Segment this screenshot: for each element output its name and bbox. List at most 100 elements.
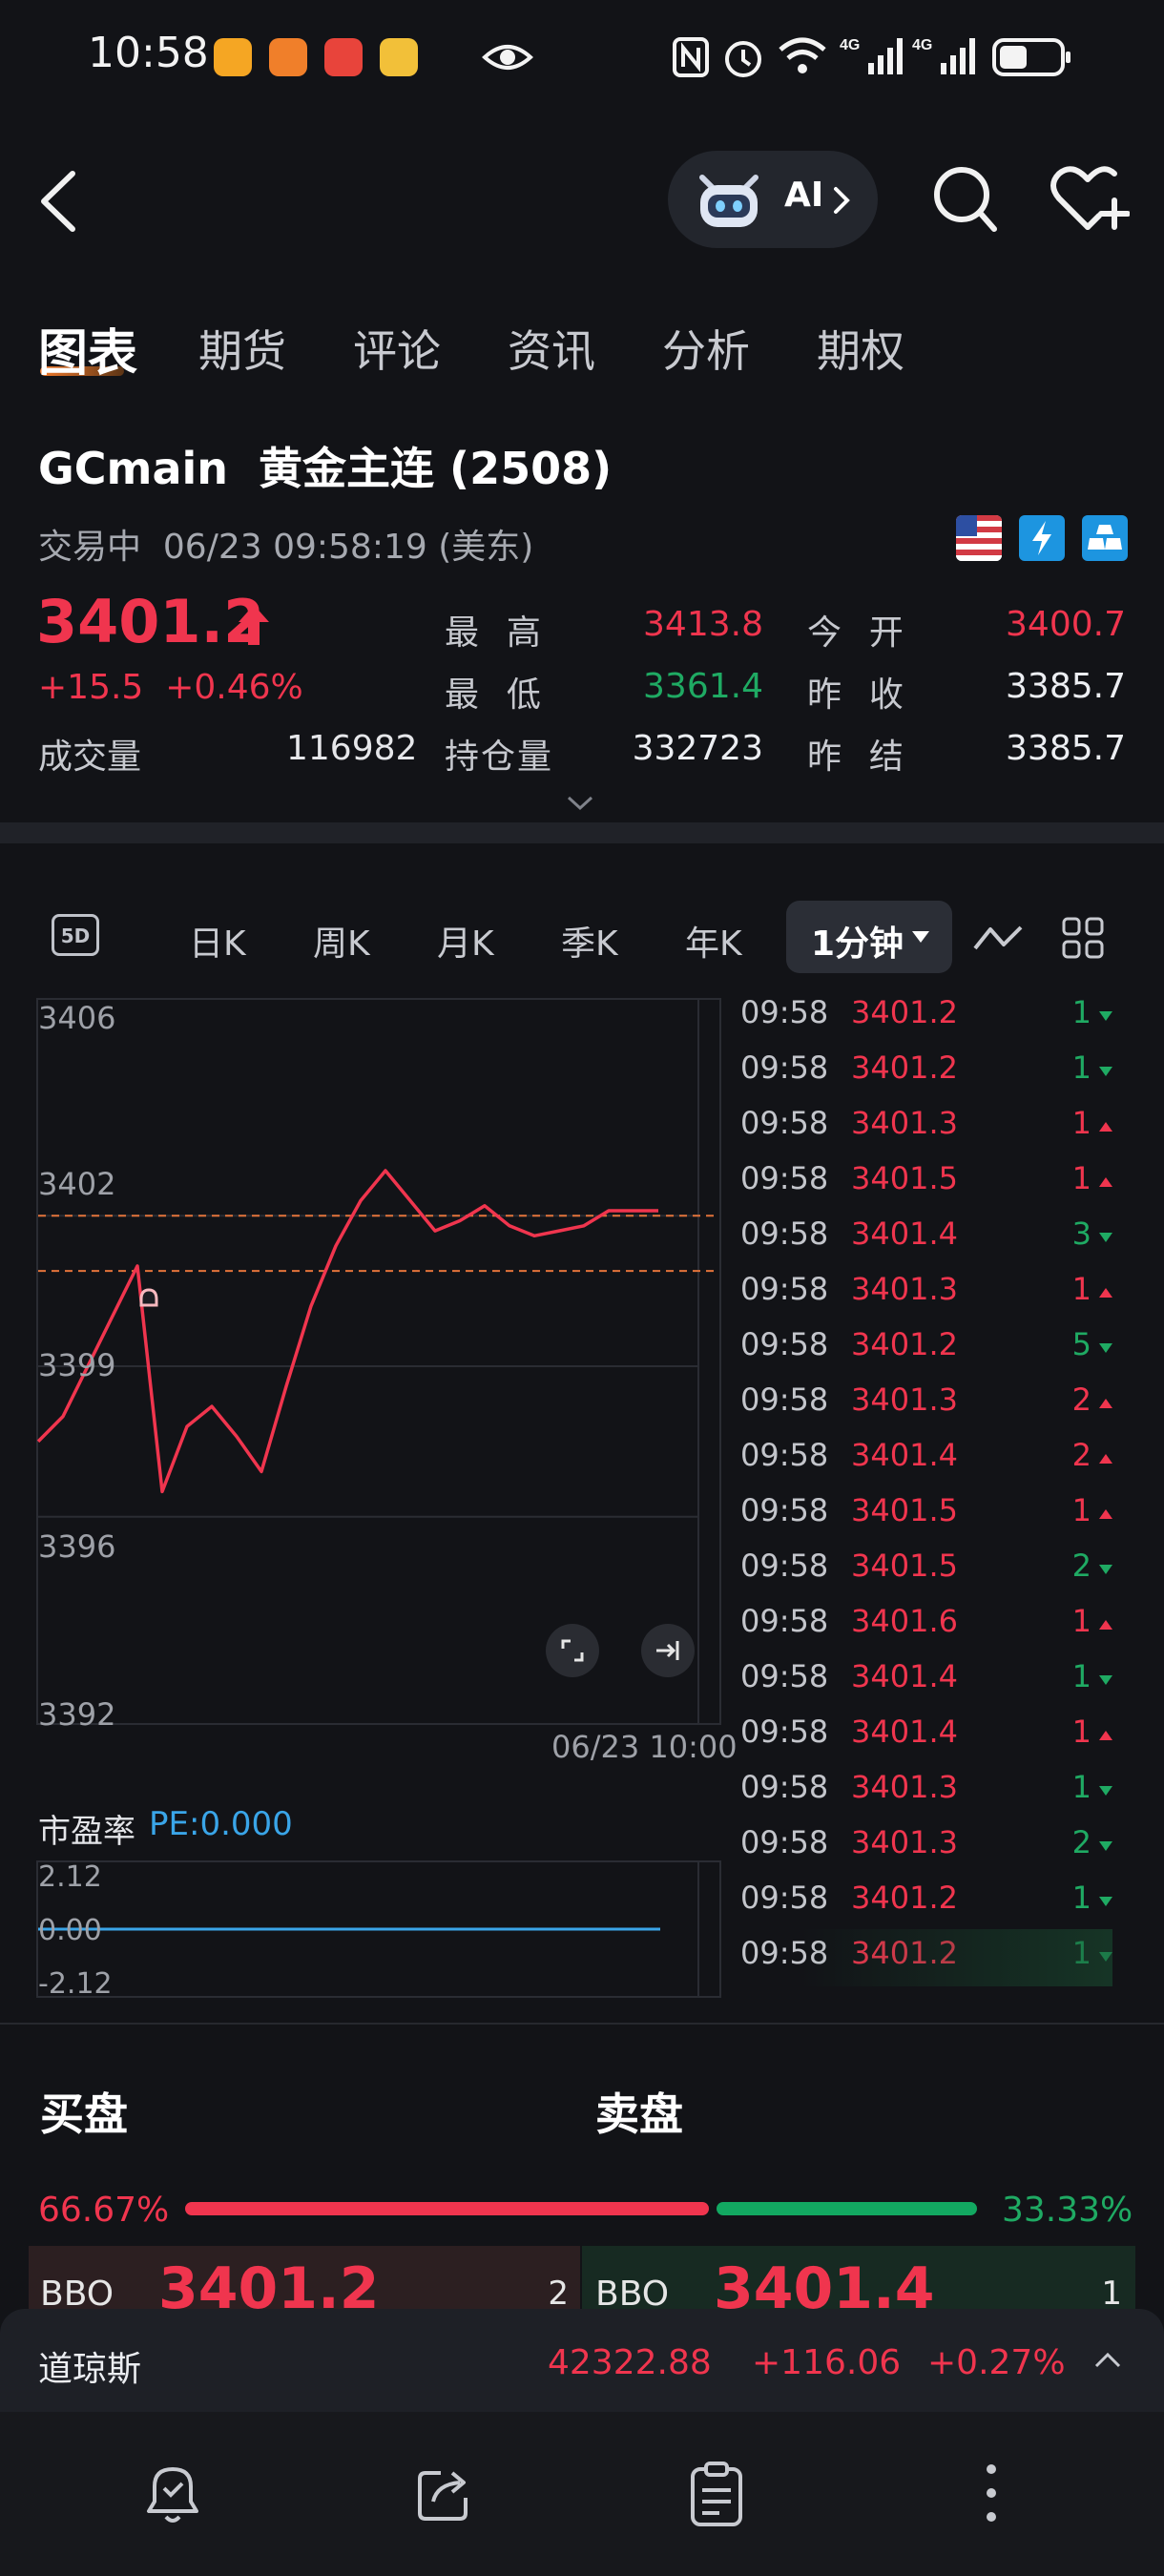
ask-row[interactable]: BBO 3401.4 1 — [582, 2246, 1135, 2309]
bid-row[interactable]: BBO 3401.2 2 — [29, 2246, 580, 2309]
tick-volume: 2 — [1071, 1437, 1091, 1473]
app-badge-yellow — [380, 38, 418, 76]
status-bar: 10:58 4G 4G — [0, 0, 1164, 114]
index-ticker-bar[interactable]: 道琼斯 42322.88 +116.06 +0.27% — [0, 2309, 1164, 2412]
tick-price: 3401.2 — [851, 1880, 958, 1916]
tick-down-arrow-icon — [1099, 1067, 1112, 1076]
tick-up-arrow-icon — [1099, 1509, 1112, 1519]
clipboard-icon[interactable] — [685, 2458, 748, 2528]
tick-up-arrow-icon — [1099, 1288, 1112, 1298]
tab-chart[interactable]: 图表 — [38, 313, 137, 384]
period-week[interactable]: 周K — [313, 916, 370, 966]
line-style-icon[interactable] — [973, 922, 1023, 954]
tick-row: 09:58 3401.6 1 — [740, 1597, 1112, 1652]
tick-down-arrow-icon — [1099, 1675, 1112, 1685]
more-icon[interactable] — [979, 2462, 1004, 2524]
svg-text:4G: 4G — [840, 37, 860, 53]
sell-side-title: 卖盘 — [595, 2088, 683, 2140]
status-time: 10:58 — [88, 29, 209, 77]
tick-volume: 3 — [1071, 1215, 1091, 1252]
tick-price: 3401.3 — [851, 1824, 958, 1860]
tick-row: 09:58 3401.3 1 — [740, 1265, 1112, 1320]
symbol-title: GCmain 黄金主连 (2508) — [38, 443, 613, 494]
tick-down-arrow-icon — [1099, 1841, 1112, 1851]
buy-ratio-fill — [185, 2202, 710, 2215]
alarm-icon — [725, 41, 761, 77]
tick-down-arrow-icon — [1099, 1786, 1112, 1796]
tick-price: 3401.2 — [851, 1326, 958, 1362]
expand-chevron-icon[interactable] — [565, 794, 595, 813]
pe-value: PE:0.000 — [149, 1805, 293, 1843]
pe-tick-label: -2.12 — [38, 1967, 113, 2001]
tick-row: 09:58 3401.3 2 — [740, 1818, 1112, 1874]
low-value: 3361.4 — [643, 667, 763, 706]
period-quarter[interactable]: 季K — [561, 916, 618, 966]
prev-close-value: 3385.7 — [1006, 667, 1126, 706]
tab-futures[interactable]: 期货 — [198, 317, 286, 380]
tab-analysis[interactable]: 分析 — [662, 317, 750, 380]
last-price: 3401.2 — [36, 587, 265, 656]
tick-price: 3401.2 — [851, 994, 958, 1030]
robot-icon — [699, 175, 759, 227]
tick-time: 09:58 — [740, 1880, 829, 1916]
tick-time: 09:58 — [740, 1437, 829, 1473]
tick-down-arrow-icon — [1099, 1565, 1112, 1574]
signal-4g-icon: 4G — [840, 37, 903, 74]
back-icon[interactable] — [36, 170, 78, 233]
tick-volume: 1 — [1071, 1658, 1091, 1694]
tick-row: 09:58 3401.2 5 — [740, 1320, 1112, 1376]
tab-comments[interactable]: 评论 — [353, 317, 441, 380]
share-icon[interactable] — [412, 2458, 479, 2528]
tick-volume: 1 — [1071, 1492, 1091, 1528]
tick-row: 09:58 3401.3 1 — [740, 1763, 1112, 1818]
tick-volume: 1 — [1071, 1105, 1091, 1141]
ask-label: BBO — [595, 2275, 670, 2309]
search-icon[interactable] — [931, 164, 998, 235]
period-month[interactable]: 月K — [437, 916, 494, 966]
price-change: +15.5 +0.46% — [38, 668, 303, 707]
tick-time: 09:58 — [740, 1769, 829, 1805]
tab-news[interactable]: 资讯 — [508, 317, 595, 380]
tick-price: 3401.4 — [851, 1437, 958, 1473]
price-alert-marker[interactable] — [139, 1288, 158, 1307]
chevron-up-icon[interactable] — [1093, 2351, 1122, 2370]
tick-time: 09:58 — [740, 994, 829, 1030]
ai-assistant-button[interactable]: AI — [668, 151, 878, 248]
y-tick-label: 3406 — [38, 1000, 116, 1036]
tick-volume: 1 — [1071, 1714, 1091, 1750]
period-year[interactable]: 年K — [685, 916, 742, 966]
tick-time: 09:58 — [740, 1105, 829, 1141]
bid-qty: 2 — [548, 2275, 569, 2309]
tick-time: 09:58 — [740, 1215, 829, 1252]
jump-to-latest-button[interactable] — [641, 1624, 695, 1677]
alarm-clock-icon[interactable] — [139, 2458, 206, 2528]
grid-layout-icon[interactable] — [1061, 916, 1105, 960]
period-1min-dropdown[interactable]: 1分钟 — [786, 901, 952, 973]
tab-options[interactable]: 期权 — [817, 317, 904, 380]
open-interest-label: 持仓量 — [445, 737, 554, 777]
tick-volume: 1 — [1071, 1603, 1091, 1639]
favorite-add-icon[interactable] — [1050, 164, 1130, 235]
five-day-button[interactable]: 5D — [52, 914, 99, 956]
ask-price: 3401.4 — [714, 2255, 935, 2309]
price-line-chart[interactable] — [36, 998, 723, 1733]
period-day[interactable]: 日K — [189, 916, 246, 966]
app-badge-orange-2 — [269, 38, 307, 76]
tick-price: 3401.5 — [851, 1548, 958, 1584]
tick-time: 09:58 — [740, 1049, 829, 1086]
ticker-change: +116.06 — [752, 2343, 902, 2382]
ai-label: AI — [784, 176, 824, 215]
volume-label: 成交量 — [38, 737, 142, 777]
tick-volume: 2 — [1071, 1548, 1091, 1584]
fullscreen-button[interactable] — [546, 1624, 599, 1677]
tick-price: 3401.6 — [851, 1603, 958, 1639]
tick-row: 09:58 3401.3 2 — [740, 1376, 1112, 1431]
lightning-icon — [1019, 515, 1065, 561]
buy-percentage: 66.67% — [38, 2191, 170, 2230]
tick-volume: 5 — [1071, 1326, 1091, 1362]
tick-time: 09:58 — [740, 1824, 829, 1860]
tick-down-arrow-icon — [1099, 1897, 1112, 1906]
buy-sell-ratio-bar — [185, 2202, 977, 2215]
tick-row: 09:58 3401.4 2 — [740, 1431, 1112, 1486]
chevron-right-icon — [834, 187, 850, 214]
